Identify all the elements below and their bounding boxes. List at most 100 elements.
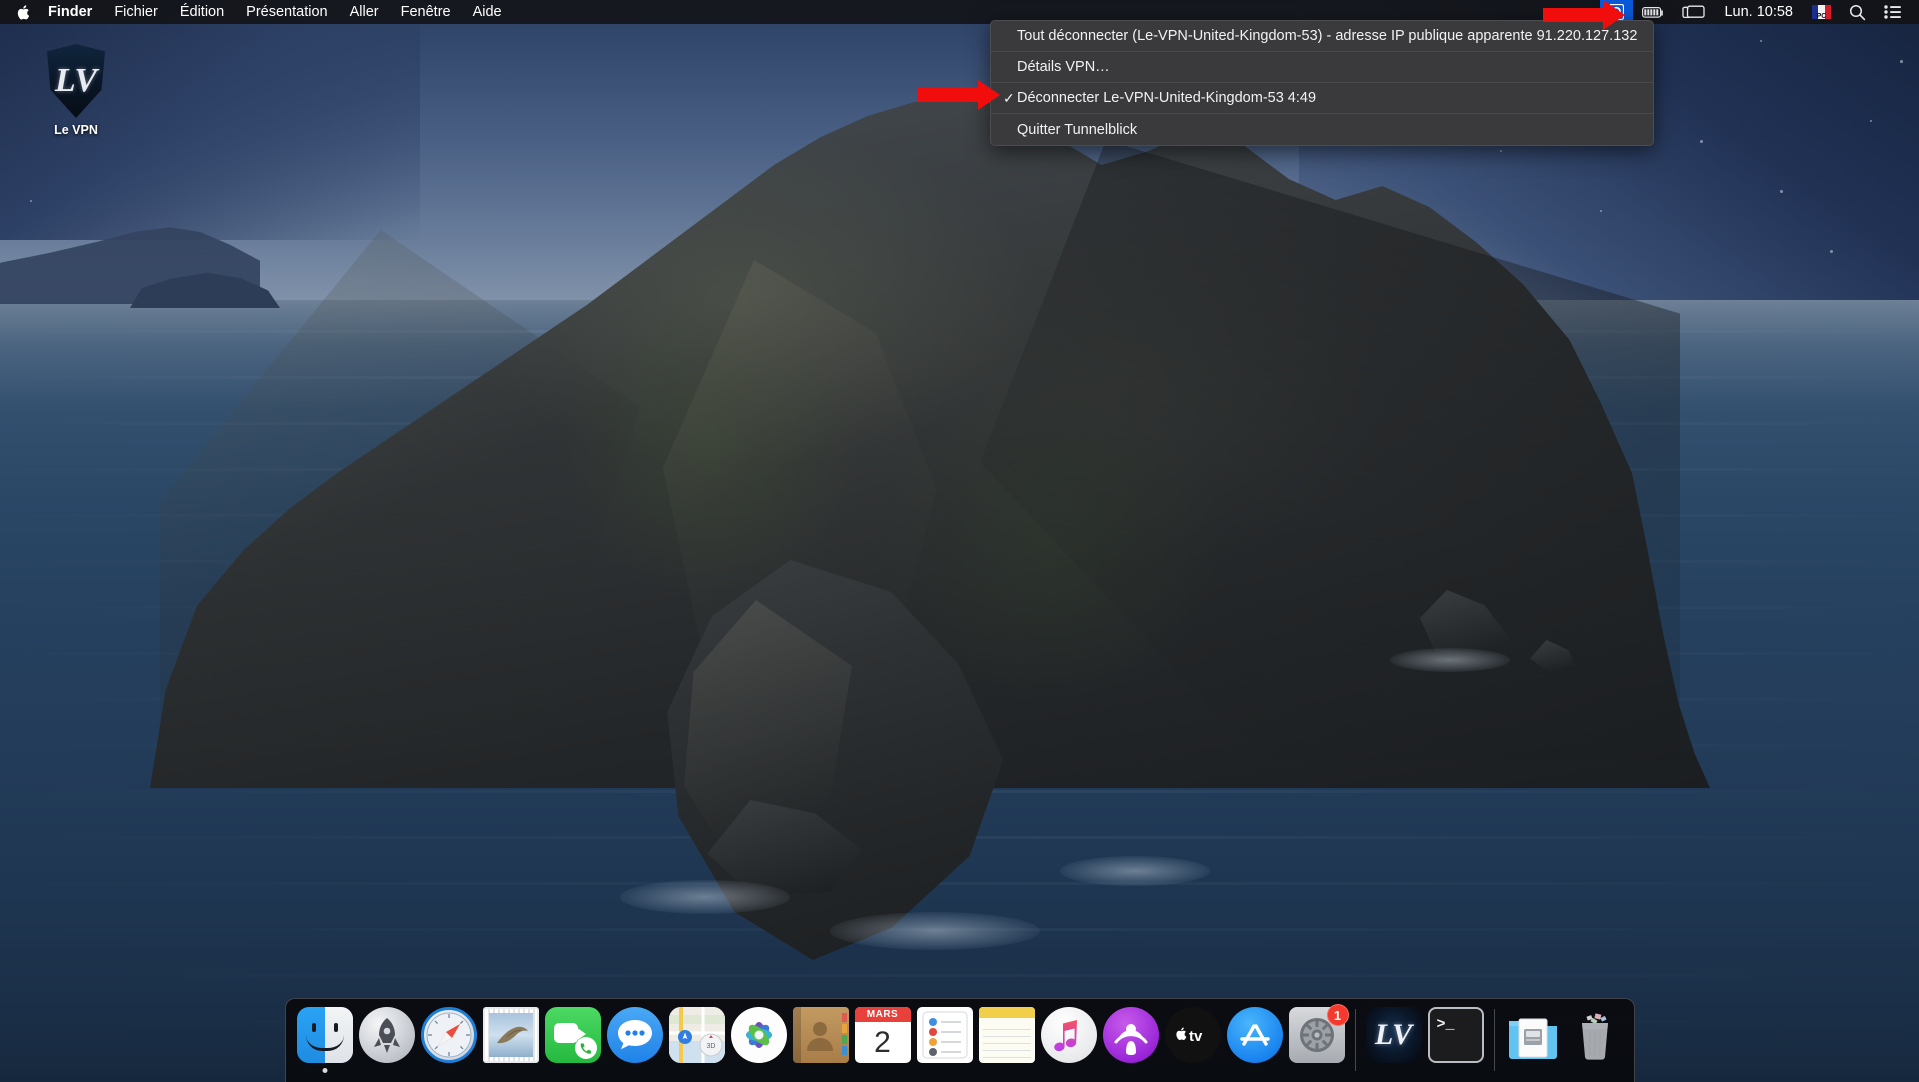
arrow-head (978, 80, 1000, 110)
status-item-input-source[interactable]: PC (1803, 0, 1840, 24)
menu-item-quit-tunnelblick[interactable]: Quitter Tunnelblick (991, 114, 1653, 145)
apple-menu[interactable] (0, 4, 43, 21)
menubar-app-menus[interactable]: Finder Fichier Édition Présentation Alle… (0, 0, 513, 24)
desktop-icon-le-vpn[interactable]: LV ↗ Le VPN (28, 44, 124, 137)
svg-text:3D: 3D (706, 1043, 715, 1050)
finder-icon (296, 1007, 353, 1063)
wallpaper-foam-left (620, 880, 790, 914)
status-item-screen-mirroring[interactable] (1673, 0, 1714, 24)
maps-icon: 3D (668, 1007, 725, 1063)
french-flag-icon: PC (1812, 5, 1831, 20)
search-icon (1849, 4, 1866, 20)
dock-item-podcasts[interactable] (1100, 1005, 1162, 1082)
notes-icon (978, 1007, 1035, 1063)
running-indicator (322, 1068, 327, 1073)
le-vpn-monogram: LV (54, 62, 98, 99)
dock-item-messages[interactable] (604, 1005, 666, 1082)
wallpaper-sea-shimmer-line (0, 974, 1919, 977)
menu-item-label: Quitter Tunnelblick (1017, 121, 1138, 138)
arrow-head (1603, 0, 1625, 30)
menubar-item-fenetre[interactable]: Fenêtre (390, 0, 462, 24)
contacts-icon (792, 1007, 849, 1063)
menu-item-vpn-details[interactable]: Détails VPN… (991, 52, 1653, 83)
dock-item-facetime[interactable] (542, 1005, 604, 1082)
menubar-item-aide[interactable]: Aide (462, 0, 513, 24)
arrow-pointing-disconnect-menu-item (918, 80, 1006, 110)
calendar-month: MARS (854, 1007, 911, 1022)
tunnelblick-dropdown-menu[interactable]: Tout déconnecter (Le-VPN-United-Kingdom-… (990, 20, 1654, 146)
input-source-label: PC (1816, 13, 1827, 20)
arrow-shaft (918, 88, 980, 102)
menubar-item-finder[interactable]: Finder (43, 0, 103, 24)
launchpad-icon (358, 1007, 415, 1063)
le-vpn-icon: LV (1365, 1007, 1422, 1063)
podcasts-icon (1102, 1007, 1159, 1063)
screen-mirroring-icon (1682, 5, 1706, 18)
alias-arrow-icon: ↗ (43, 102, 58, 121)
dock-item-terminal[interactable]: >_ (1425, 1005, 1487, 1082)
arrow-pointing-tunnelblick-status-icon (1543, 0, 1631, 30)
app-store-icon (1226, 1007, 1283, 1063)
menu-item-label: Détails VPN… (1017, 59, 1110, 75)
dock[interactable]: 3D MARS 2 tv 1 LV >_ (284, 998, 1635, 1082)
safari-icon (420, 1007, 477, 1063)
dock-separator-1 (1354, 1009, 1356, 1071)
wallpaper-foam-right (1060, 856, 1210, 886)
photos-icon (730, 1007, 787, 1063)
messages-icon (606, 1007, 663, 1063)
mail-icon (482, 1007, 539, 1063)
dock-item-notes[interactable] (976, 1005, 1038, 1082)
menubar-item-presentation[interactable]: Présentation (235, 0, 338, 24)
wallpaper-foam-mid (830, 912, 1040, 950)
control-center-icon (1884, 5, 1901, 19)
notification-badge: 1 (1326, 1004, 1349, 1026)
dock-item-appletv[interactable]: tv (1162, 1005, 1224, 1082)
reminders-icon (916, 1007, 973, 1063)
dock-item-mail[interactable] (480, 1005, 542, 1082)
terminal-icon: >_ (1427, 1007, 1484, 1063)
dock-item-le-vpn[interactable]: LV (1363, 1005, 1425, 1082)
calendar-icon: MARS 2 (854, 1007, 911, 1063)
le-vpn-shield-icon: LV ↗ (47, 44, 105, 118)
dock-item-launchpad[interactable] (356, 1005, 418, 1082)
menubar-item-aller[interactable]: Aller (339, 0, 390, 24)
dock-item-maps[interactable]: 3D (666, 1005, 728, 1082)
menu-item-label: Tout déconnecter (Le-VPN-United-Kingdom-… (1017, 28, 1638, 44)
dock-item-downloads[interactable] (1502, 1005, 1564, 1082)
dock-item-contacts[interactable] (790, 1005, 852, 1082)
dock-item-music[interactable] (1038, 1005, 1100, 1082)
dock-separator-2 (1493, 1009, 1495, 1071)
wallpaper-star (1830, 250, 1833, 253)
wallpaper-star (1780, 190, 1783, 193)
dock-item-finder[interactable] (294, 1005, 356, 1082)
desktop-icon-label: Le VPN (54, 123, 98, 137)
dock-item-appstore[interactable] (1224, 1005, 1286, 1082)
dock-item-reminders[interactable] (914, 1005, 976, 1082)
music-icon (1040, 1007, 1097, 1063)
apple-tv-icon: tv (1164, 1007, 1221, 1063)
terminal-prompt: >_ (1436, 1016, 1455, 1033)
apple-logo-icon (17, 4, 30, 19)
battery-icon (1642, 6, 1664, 18)
dock-item-trash[interactable] (1564, 1005, 1626, 1082)
wallpaper-sea-shimmer-line (0, 882, 1919, 885)
dock-item-photos[interactable] (728, 1005, 790, 1082)
wallpaper-star (1500, 150, 1502, 152)
wallpaper-foam-spur (1390, 648, 1510, 672)
arrow-shaft (1543, 8, 1605, 22)
menubar-item-fichier[interactable]: Fichier (103, 0, 169, 24)
status-item-spotlight[interactable] (1840, 0, 1875, 24)
wallpaper-star (1900, 60, 1903, 63)
svg-text:tv: tv (1189, 1028, 1203, 1044)
dock-item-system-preferences[interactable]: 1 (1286, 1004, 1349, 1082)
menu-item-label: Déconnecter Le-VPN-United-Kingdom-53 4:4… (1017, 90, 1317, 106)
trash-icon (1567, 1007, 1623, 1063)
calendar-day: 2 (874, 1025, 891, 1059)
dock-item-calendar[interactable]: MARS 2 (852, 1005, 914, 1082)
desktop[interactable] (0, 0, 1919, 1082)
dock-item-safari[interactable] (418, 1005, 480, 1082)
menu-item-disconnect-uk53[interactable]: ✓ Déconnecter Le-VPN-United-Kingdom-53 4… (991, 83, 1653, 114)
menubar-item-edition[interactable]: Édition (169, 0, 235, 24)
menubar-clock[interactable]: Lun. 10:58 (1714, 4, 1803, 20)
status-item-control-center[interactable] (1875, 0, 1911, 24)
